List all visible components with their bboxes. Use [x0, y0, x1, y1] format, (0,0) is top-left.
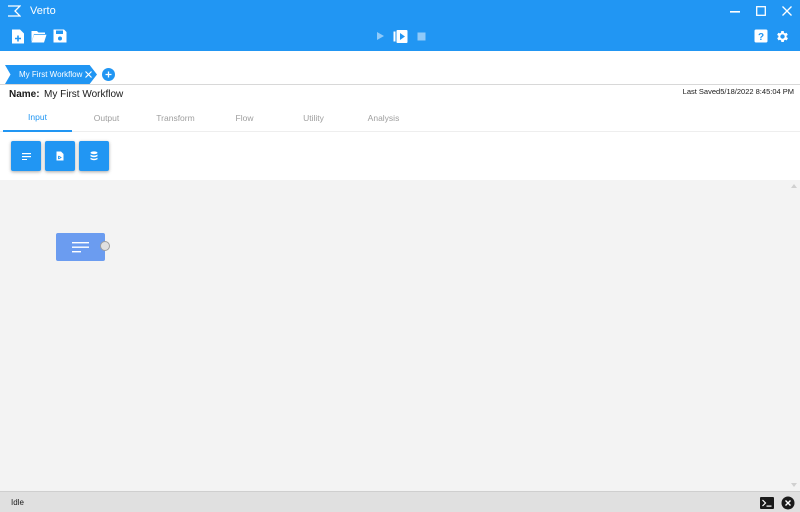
database-icon — [90, 151, 98, 161]
database-input-node-button[interactable] — [79, 141, 109, 171]
close-tab-button[interactable] — [83, 69, 93, 79]
node-category-tabs: Input Output Transform Flow Utility Anal… — [0, 104, 800, 132]
terminal-icon — [760, 497, 774, 509]
close-circle-icon — [781, 496, 795, 510]
workflow-name[interactable]: My First Workflow — [44, 89, 123, 100]
file-input-node-button[interactable] — [45, 141, 75, 171]
workflow-tab[interactable]: My First Workflow — [5, 65, 97, 84]
console-button[interactable] — [760, 496, 774, 510]
maximize-button[interactable] — [748, 0, 774, 21]
add-tab-button[interactable] — [102, 68, 115, 81]
new-file-button[interactable] — [10, 28, 26, 44]
close-icon — [84, 70, 92, 78]
text-input-node[interactable] — [56, 233, 105, 261]
node-output-port[interactable] — [100, 241, 110, 251]
arrow-down-icon — [791, 483, 797, 487]
help-icon: ? — [754, 29, 768, 43]
file-icon — [56, 151, 64, 161]
save-icon — [53, 29, 67, 43]
status-text: Idle — [11, 498, 24, 507]
scroll-up-button[interactable] — [790, 182, 798, 190]
save-button[interactable] — [52, 28, 68, 44]
close-panel-button[interactable] — [781, 496, 795, 510]
node-palette — [0, 133, 800, 180]
workflow-tab-label: My First Workflow — [19, 70, 83, 79]
tab-flow[interactable]: Flow — [210, 104, 279, 132]
window-controls — [722, 0, 800, 21]
status-bar: Idle — [0, 491, 800, 512]
last-saved-label: Last Saved — [682, 87, 721, 96]
tab-input[interactable]: Input — [3, 104, 72, 132]
window-title: Verto — [30, 4, 56, 17]
maximize-icon — [756, 5, 766, 16]
text-lines-icon — [21, 152, 31, 160]
tab-transform[interactable]: Transform — [141, 104, 210, 132]
close-window-button[interactable] — [774, 0, 800, 21]
tab-analysis[interactable]: Analysis — [349, 104, 418, 132]
plus-icon — [105, 71, 112, 78]
sigma-icon — [8, 4, 21, 17]
open-folder-icon — [31, 30, 47, 42]
minimize-button[interactable] — [722, 0, 748, 21]
close-icon — [782, 5, 792, 16]
canvas-scrollbar[interactable] — [788, 180, 800, 491]
last-saved: Last Saved5/18/2022 8:45:04 PM — [683, 87, 794, 96]
arrow-up-icon — [791, 184, 797, 188]
main-toolbar: ? — [0, 21, 800, 51]
play-icon — [377, 32, 384, 40]
gear-icon — [776, 30, 788, 42]
tab-output[interactable]: Output — [72, 104, 141, 132]
title-bar: Verto — [0, 0, 800, 21]
run-step-icon — [393, 29, 407, 43]
help-button[interactable]: ? — [753, 28, 769, 44]
run-button[interactable] — [372, 28, 388, 44]
run-step-button[interactable] — [392, 28, 408, 44]
stop-icon — [417, 32, 425, 40]
open-folder-button[interactable] — [31, 28, 47, 44]
tab-utility[interactable]: Utility — [279, 104, 348, 132]
workflow-info: Name: My First Workflow Last Saved5/18/2… — [0, 86, 800, 104]
scroll-down-button[interactable] — [790, 481, 798, 489]
last-saved-value: 5/18/2022 8:45:04 PM — [720, 87, 794, 96]
svg-text:?: ? — [758, 32, 764, 43]
name-label: Name: — [9, 89, 40, 100]
text-lines-icon — [72, 241, 89, 252]
minimize-icon — [730, 10, 740, 13]
workflow-canvas[interactable] — [0, 180, 800, 491]
workflow-tab-strip: My First Workflow — [0, 51, 800, 85]
new-file-icon — [12, 29, 24, 43]
settings-button[interactable] — [774, 28, 790, 44]
text-input-node-button[interactable] — [11, 141, 41, 171]
stop-button[interactable] — [413, 28, 429, 44]
